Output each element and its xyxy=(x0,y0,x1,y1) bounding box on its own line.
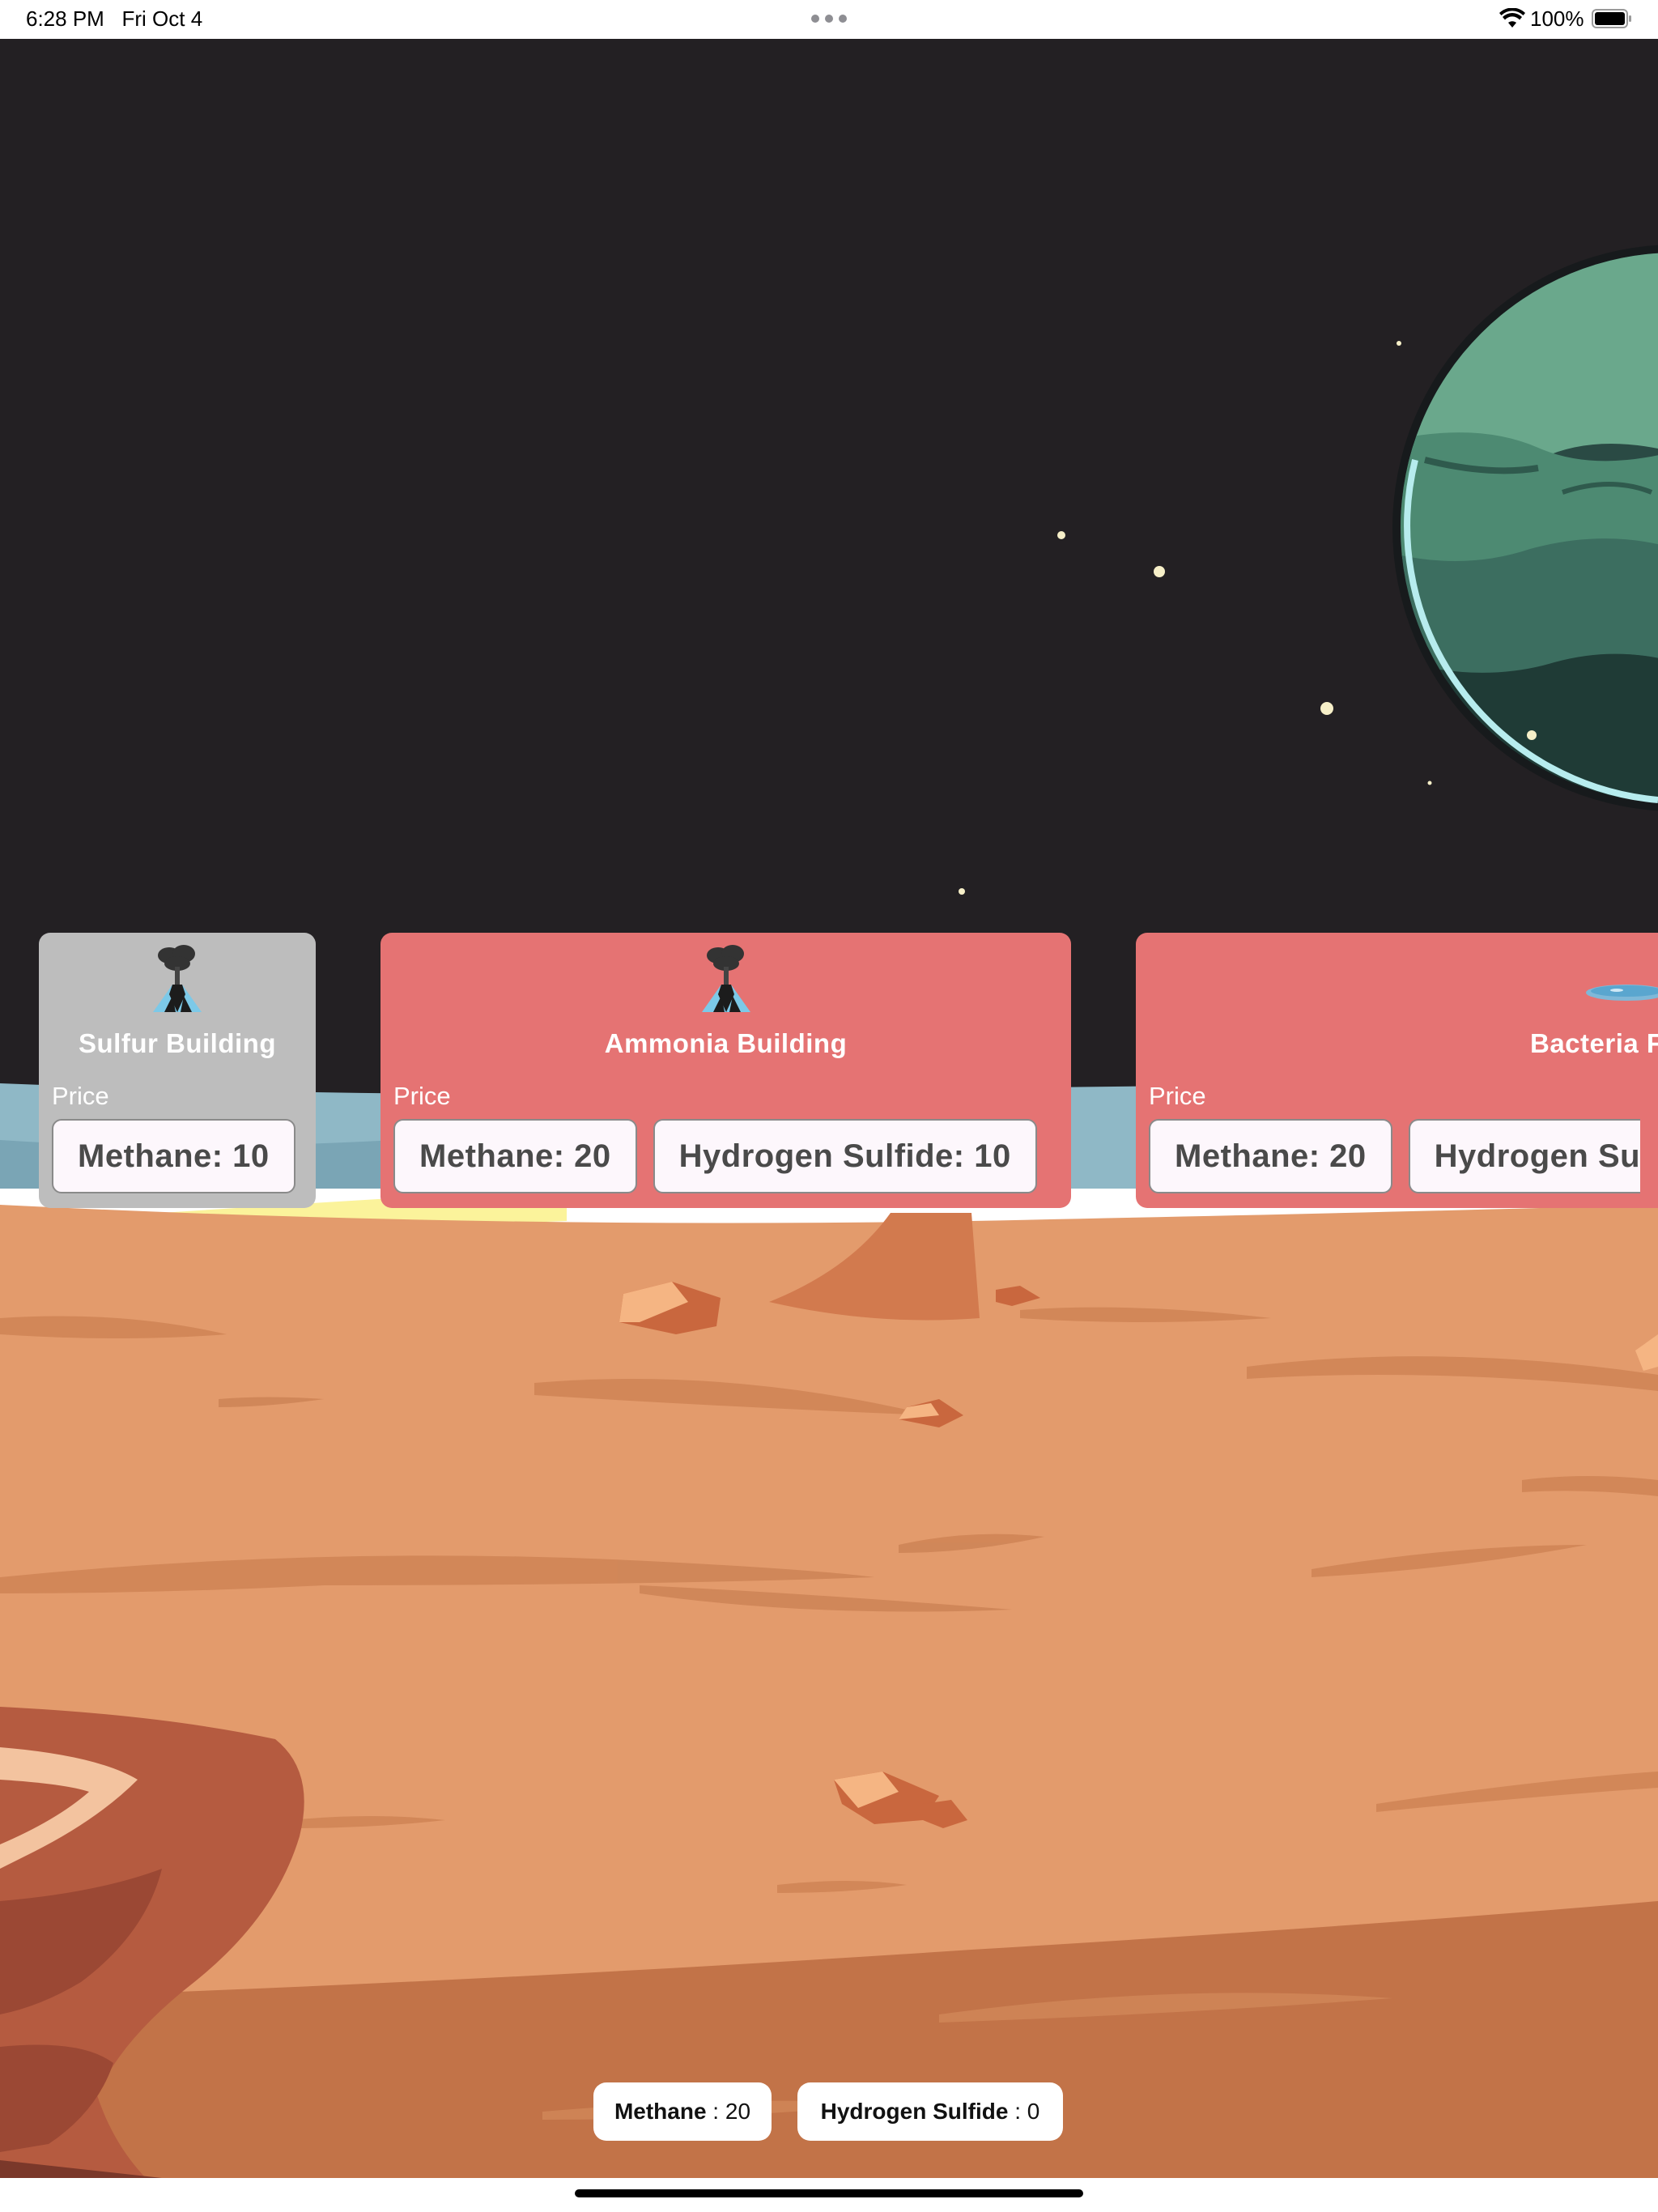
card-title: Sulfur Building xyxy=(79,1028,276,1058)
resource-separator: : xyxy=(1008,2099,1027,2124)
price-list: Methane: 10 xyxy=(52,1119,312,1193)
battery-percent: 100% xyxy=(1530,6,1584,31)
price-chip-hydrogen-sulfide: Hydrogen Sulfide: 10 xyxy=(653,1119,1037,1193)
status-clock: 6:28 PM Fri Oct 4 xyxy=(26,6,202,32)
volcano-icon xyxy=(702,945,750,1012)
multitasking-dots-icon[interactable] xyxy=(811,15,847,23)
resource-methane: Methane : 20 xyxy=(593,2082,772,2141)
home-indicator-area xyxy=(0,2178,1658,2212)
card-title: Bacteria F xyxy=(1530,1028,1658,1058)
resource-hydrogen-sulfide: Hydrogen Sulfide : 0 xyxy=(797,2082,1063,2141)
resource-name: Hydrogen Sulfide xyxy=(820,2099,1009,2124)
status-date: Fri Oct 4 xyxy=(121,6,203,31)
price-chip-methane: Methane: 20 xyxy=(1149,1119,1392,1193)
price-list: Methane: 20 Hydrogen Sulfide: 10 xyxy=(393,1119,1053,1193)
pond-icon xyxy=(1586,985,1658,1001)
battery-icon xyxy=(1592,9,1631,28)
price-chip-methane: Methane: 20 xyxy=(393,1119,637,1193)
volcano-icon xyxy=(153,945,202,1012)
price-list: Methane: 20 Hydrogen Su xyxy=(1149,1119,1656,1193)
status-bar: 6:28 PM Fri Oct 4 100% xyxy=(0,0,1658,39)
price-label: Price xyxy=(1149,1082,1206,1110)
price-chip-methane: Methane: 10 xyxy=(52,1119,295,1193)
home-indicator[interactable] xyxy=(575,2189,1083,2197)
card-title: Ammonia Building xyxy=(604,1028,848,1058)
resource-separator: : xyxy=(706,2099,725,2124)
price-label: Price xyxy=(393,1082,451,1110)
resource-bar: Methane : 20 Hydrogen Sulfide : 0 xyxy=(0,2082,1658,2141)
resource-value: 20 xyxy=(725,2099,751,2124)
wifi-icon xyxy=(1499,8,1525,28)
card-sulfur-building[interactable]: Sulfur Building Price Methane: 10 xyxy=(39,933,316,1208)
resource-value: 0 xyxy=(1027,2099,1040,2124)
status-time: 6:28 PM xyxy=(26,6,104,31)
price-label: Price xyxy=(52,1082,109,1110)
resource-name: Methane xyxy=(614,2099,707,2124)
price-chip-hydrogen-sulfide: Hydrogen Su xyxy=(1408,1119,1641,1193)
card-bacteria-building[interactable]: Bacteria F Price Methane: 20 Hydrogen Su xyxy=(1136,933,1658,1208)
card-ammonia-building[interactable]: Ammonia Building Price Methane: 20 Hydrog… xyxy=(380,933,1071,1208)
